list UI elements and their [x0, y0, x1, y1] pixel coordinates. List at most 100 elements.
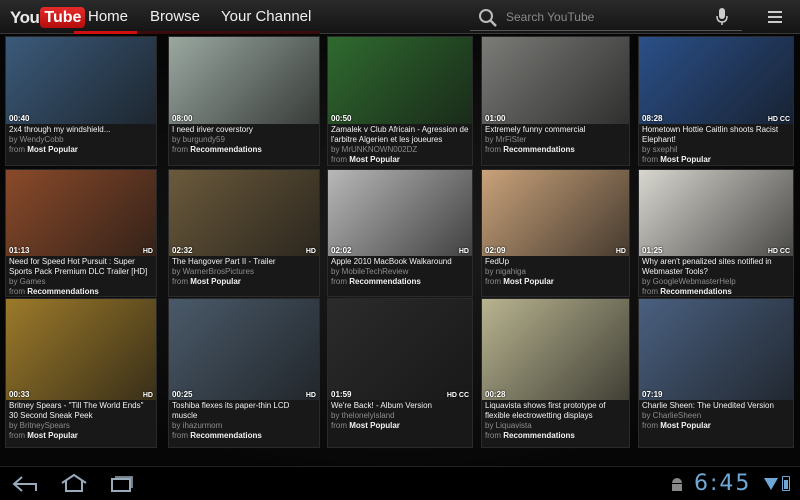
video-channel[interactable]: by WendyCobb [9, 135, 153, 145]
video-thumbnail[interactable]: 00:33 HD [6, 299, 156, 400]
video-source-label[interactable]: Most Popular [190, 277, 241, 286]
video-card[interactable]: 01:25 HD CC Why aren't penalized sites not… [638, 169, 794, 297]
video-source-label[interactable]: Recommendations [190, 145, 262, 154]
video-channel[interactable]: by WarnerBrosPictures [172, 267, 316, 277]
video-title[interactable]: Toshiba flexes its paper-thin LCD muscle [172, 401, 316, 421]
video-source-prefix: from [642, 421, 658, 431]
video-title[interactable]: Britney Spears - "Till The World Ends" 3… [9, 401, 153, 421]
home-icon[interactable] [60, 473, 88, 493]
video-source-label[interactable]: Most Popular [660, 421, 711, 430]
video-title[interactable]: Apple 2010 MacBook Walkaround [331, 257, 469, 267]
video-meta: Britney Spears - "Till The World Ends" 3… [9, 401, 153, 441]
video-source-prefix: from [331, 155, 347, 165]
video-thumbnail[interactable]: 00:28 [482, 299, 629, 400]
video-thumbnail[interactable]: 01:59 HD CC [328, 299, 472, 400]
video-meta: Zamalek v Club Africain - Agression de l… [331, 125, 469, 165]
video-card[interactable]: 08:00 I need iriver coverstory by burgundy… [168, 36, 320, 166]
video-channel[interactable]: by sxephil [642, 145, 790, 155]
video-source-label[interactable]: Recommendations [503, 431, 575, 440]
video-channel[interactable]: by BritneySpears [9, 421, 153, 431]
video-card[interactable]: 00:33 HD Britney Spears - "Till The World … [5, 298, 157, 448]
video-channel[interactable]: by MrFiSter [485, 135, 626, 145]
video-title[interactable]: We're Back! - Album Version [331, 401, 469, 411]
video-card[interactable]: 07:19 Charlie Sheen: The Unedited Version… [638, 298, 794, 448]
video-source-label[interactable]: Most Popular [503, 277, 554, 286]
video-card[interactable]: 02:32 HD The Hangover Part II - Trailer by … [168, 169, 320, 297]
video-source-label[interactable]: Most Popular [349, 421, 400, 430]
video-title[interactable]: Why aren't penalized sites notified in W… [642, 257, 790, 277]
video-thumbnail[interactable]: 01:00 [482, 37, 629, 125]
video-thumbnail[interactable]: 00:50 [328, 37, 472, 125]
video-channel[interactable]: by MobileTechReview [331, 267, 469, 277]
recent-apps-icon[interactable] [110, 475, 134, 493]
video-duration: 00:25 [172, 389, 193, 399]
video-thumbnail[interactable]: 02:02 HD [328, 170, 472, 256]
video-channel[interactable]: by ihazurmom [172, 421, 316, 431]
battery-icon [782, 476, 790, 491]
video-title[interactable]: Extremely funny commercial [485, 125, 626, 135]
video-thumbnail[interactable]: 08:00 [169, 37, 319, 125]
video-thumbnail[interactable]: 02:09 HD [482, 170, 629, 256]
video-source-label[interactable]: Recommendations [503, 145, 575, 154]
video-card[interactable]: 00:40 2x4 through my windshield... by Wend… [5, 36, 157, 166]
tab-your-channel[interactable]: Your Channel [221, 0, 311, 34]
video-title[interactable]: Need for Speed Hot Pursuit : Super Sport… [9, 257, 153, 277]
video-title[interactable]: FedUp [485, 257, 626, 267]
video-thumbnail[interactable]: 07:19 [639, 299, 793, 400]
video-source-label[interactable]: Recommendations [27, 287, 99, 296]
video-channel[interactable]: by Liquavista [485, 421, 626, 431]
video-source-label[interactable]: Most Popular [27, 431, 78, 440]
video-thumbnail[interactable]: 01:13 HD [6, 170, 156, 256]
video-channel[interactable]: by MrUNKNOWN002DZ [331, 145, 469, 155]
search-box[interactable]: Search YouTube [470, 3, 742, 31]
video-thumbnail[interactable]: 08:28 HD CC [639, 37, 793, 125]
video-source-label[interactable]: Most Popular [660, 155, 711, 164]
video-card[interactable]: 01:00 Extremely funny commercial by MrFiSt… [481, 36, 630, 166]
video-meta: Toshiba flexes its paper-thin LCD muscle… [172, 401, 316, 441]
video-card[interactable]: 02:02 HD Apple 2010 MacBook Walkaround by M… [327, 169, 473, 297]
video-thumbnail[interactable]: 02:32 HD [169, 170, 319, 256]
video-source-label[interactable]: Recommendations [349, 277, 421, 286]
video-channel[interactable]: by burgundy59 [172, 135, 316, 145]
video-title[interactable]: Charlie Sheen: The Unedited Version [642, 401, 790, 411]
tab-home[interactable]: Home [88, 0, 128, 34]
video-card[interactable]: 00:25 HD Toshiba flexes its paper-thin LCD… [168, 298, 320, 448]
video-title[interactable]: Hometown Hottie Caitlin shoots Racist El… [642, 125, 790, 145]
video-source-prefix: from [172, 431, 188, 441]
video-source-label[interactable]: Most Popular [349, 155, 400, 164]
video-title[interactable]: Zamalek v Club Africain - Agression de l… [331, 125, 469, 145]
clock: 6:45 [694, 471, 752, 496]
video-title[interactable]: Liquavista shows first prototype of flex… [485, 401, 626, 421]
video-card[interactable]: 00:28 Liquavista shows first prototype of… [481, 298, 630, 448]
video-source-prefix: from [172, 145, 188, 155]
video-channel[interactable]: by GoogleWebmasterHelp [642, 277, 790, 287]
video-title[interactable]: I need iriver coverstory [172, 125, 316, 135]
video-thumbnail[interactable]: 00:25 HD [169, 299, 319, 400]
video-thumbnail[interactable]: 00:40 [6, 37, 156, 125]
video-card[interactable]: 02:09 HD FedUp by nigahiga from Most Popular [481, 169, 630, 297]
overflow-menu-icon[interactable] [768, 11, 782, 23]
video-channel[interactable]: by nigahiga [485, 267, 626, 277]
youtube-logo[interactable]: You Tube [10, 7, 86, 28]
video-title[interactable]: The Hangover Part II - Trailer [172, 257, 316, 267]
video-channel[interactable]: by CharlieSheen [642, 411, 790, 421]
video-card[interactable]: 01:13 HD Need for Speed Hot Pursuit : Supe… [5, 169, 157, 297]
video-source-label[interactable]: Recommendations [190, 431, 262, 440]
video-source-prefix: from [331, 421, 347, 431]
video-title[interactable]: 2x4 through my windshield... [9, 125, 153, 135]
video-channel[interactable]: by thelonelyisland [331, 411, 469, 421]
back-icon[interactable] [12, 475, 38, 493]
video-thumbnail[interactable]: 01:25 HD CC [639, 170, 793, 256]
video-channel[interactable]: by Games [9, 277, 153, 287]
android-notification-icon[interactable] [670, 477, 684, 493]
video-source-prefix: from [331, 276, 347, 286]
video-card[interactable]: 00:50 Zamalek v Club Africain - Agression… [327, 36, 473, 166]
logo-you: You [10, 7, 40, 27]
video-source-label[interactable]: Most Popular [27, 145, 78, 154]
microphone-icon[interactable] [716, 8, 728, 26]
video-source-label[interactable]: Recommendations [660, 287, 732, 296]
video-meta: FedUp by nigahiga from Most Popular [485, 257, 626, 287]
video-card[interactable]: 01:59 HD CC We're Back! - Album Version by … [327, 298, 473, 448]
tab-browse[interactable]: Browse [150, 0, 200, 34]
video-card[interactable]: 08:28 HD CC Hometown Hottie Caitlin shoots… [638, 36, 794, 166]
